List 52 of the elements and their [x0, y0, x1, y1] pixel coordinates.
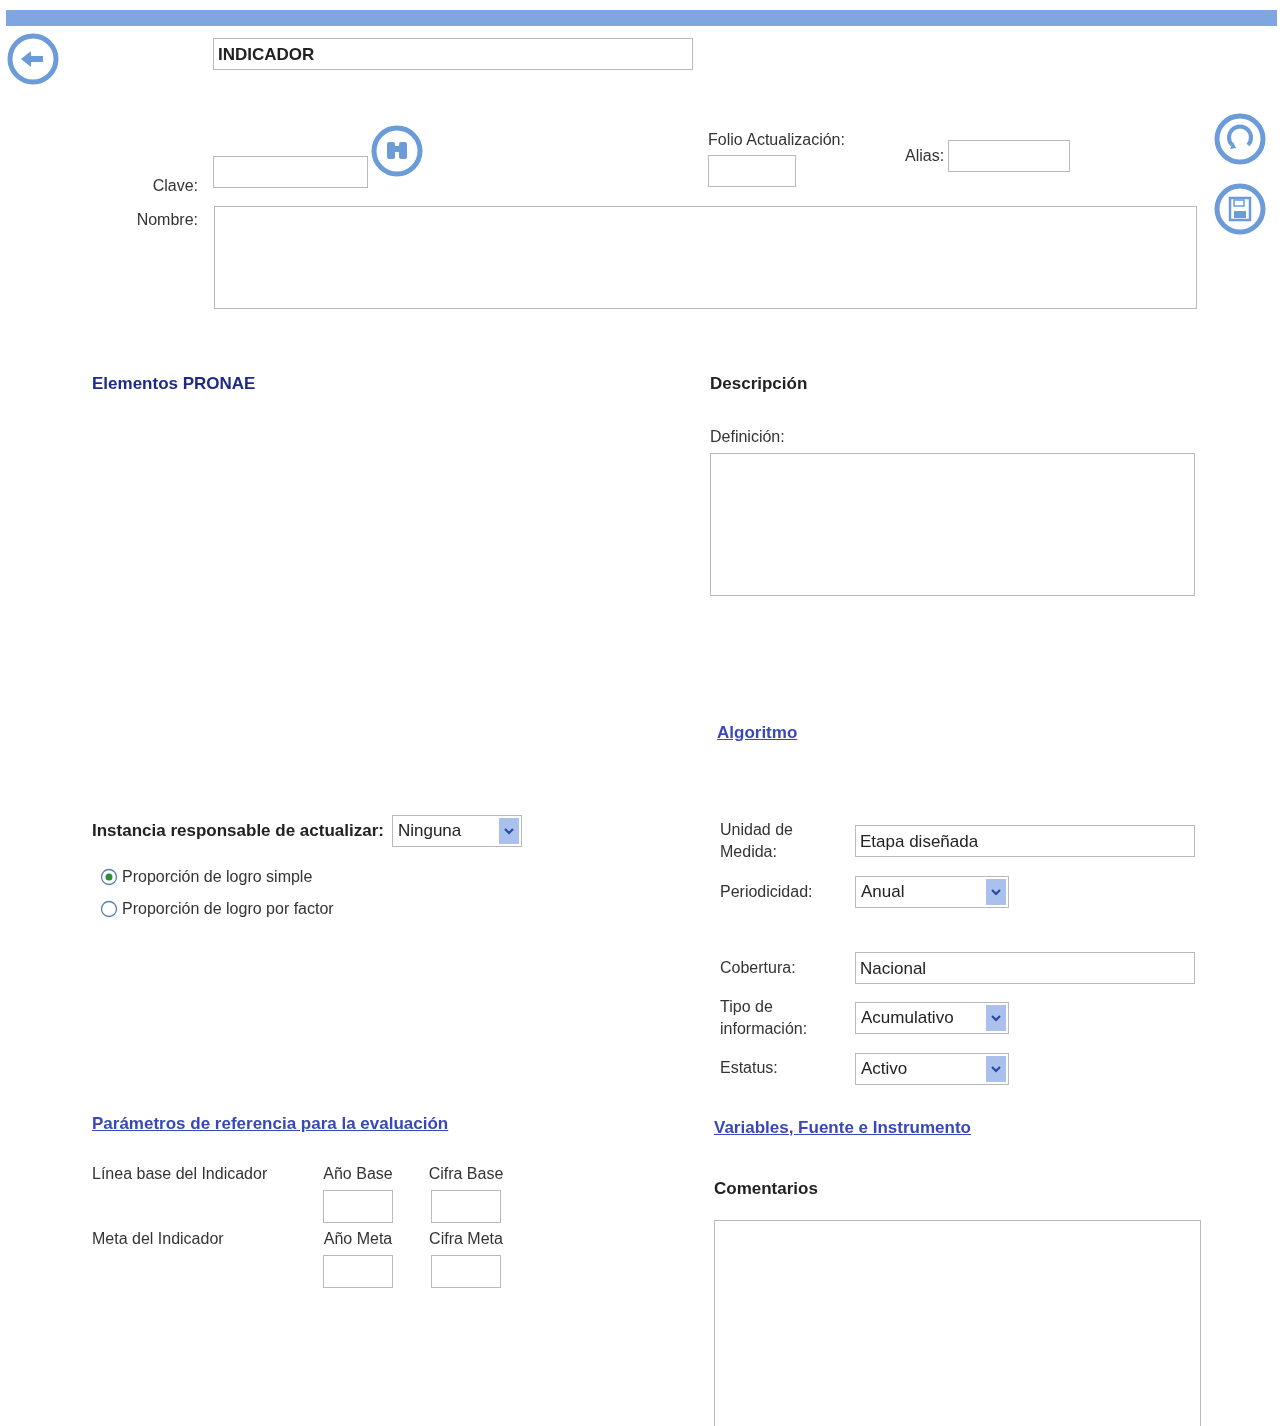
field-label: Folio Actualización: [708, 130, 845, 150]
input-field[interactable] [948, 140, 1071, 172]
section-heading: Comentarios [714, 1178, 818, 1201]
caret-icon [986, 878, 1006, 905]
dropdown[interactable]: Anual [855, 875, 1009, 908]
binoculars-icon[interactable] [370, 124, 424, 178]
dropdown[interactable]: Acumulativo [855, 1002, 1009, 1035]
save-icon[interactable] [1213, 182, 1267, 236]
field-label: Meta del Indicador [92, 1229, 225, 1249]
field-label: Cobertura: [720, 957, 797, 978]
field-label: Periodicidad: [720, 881, 814, 902]
text-area[interactable] [214, 206, 1197, 309]
field-label: Nombre: [136, 210, 198, 230]
back-icon[interactable] [6, 32, 60, 86]
field-label: Alias: [904, 146, 945, 166]
section-link[interactable]: Algoritmo [717, 719, 798, 745]
field-label: Unidad de Medida: [720, 820, 794, 863]
radio-button[interactable] [100, 867, 118, 886]
input-field[interactable] [431, 1255, 501, 1288]
field-label: Clave: [152, 176, 198, 196]
radio-label: Proporción de logro por factor [122, 898, 334, 919]
field-label: Año Base [322, 1164, 394, 1184]
input-field[interactable] [708, 155, 796, 187]
caret-icon [986, 1005, 1006, 1032]
refresh-icon[interactable] [1213, 112, 1267, 166]
title-field[interactable]: INDICADOR [213, 38, 693, 70]
section-link[interactable]: Variables, Fuente e Instrumento [714, 1114, 971, 1141]
input-field[interactable]: Nacional [855, 951, 1195, 984]
field-label: Instancia responsable de actualizar: [92, 819, 384, 842]
dropdown[interactable]: Activo [855, 1052, 1009, 1085]
input-field[interactable] [213, 156, 368, 188]
radio-button[interactable] [100, 899, 118, 918]
caret-icon [498, 817, 519, 844]
field-label: Año Meta [322, 1229, 394, 1249]
field-label: Estatus: [720, 1058, 779, 1079]
input-field[interactable] [323, 1190, 393, 1223]
field-label: Cifra Base [427, 1164, 505, 1184]
section-heading: Descripción [710, 373, 809, 395]
input-field[interactable]: Etapa diseñada [855, 825, 1195, 858]
text-area[interactable] [714, 1219, 1201, 1426]
dropdown[interactable]: Ninguna [391, 814, 522, 847]
section-link[interactable]: Parámetros de referencia para la evaluación [92, 1110, 449, 1136]
field-label: Línea base del Indicador [92, 1164, 269, 1184]
section-heading: Elementos PRONAE [92, 373, 257, 395]
radio-label: Proporción de logro simple [122, 866, 313, 887]
field-label: Definición: [710, 426, 785, 447]
field-label: Tipo de información: [720, 996, 809, 1040]
caret-icon [986, 1055, 1006, 1082]
input-field[interactable] [431, 1190, 501, 1223]
field-label: Cifra Meta [428, 1229, 504, 1249]
text-area[interactable] [710, 452, 1195, 596]
input-field[interactable] [323, 1255, 393, 1288]
